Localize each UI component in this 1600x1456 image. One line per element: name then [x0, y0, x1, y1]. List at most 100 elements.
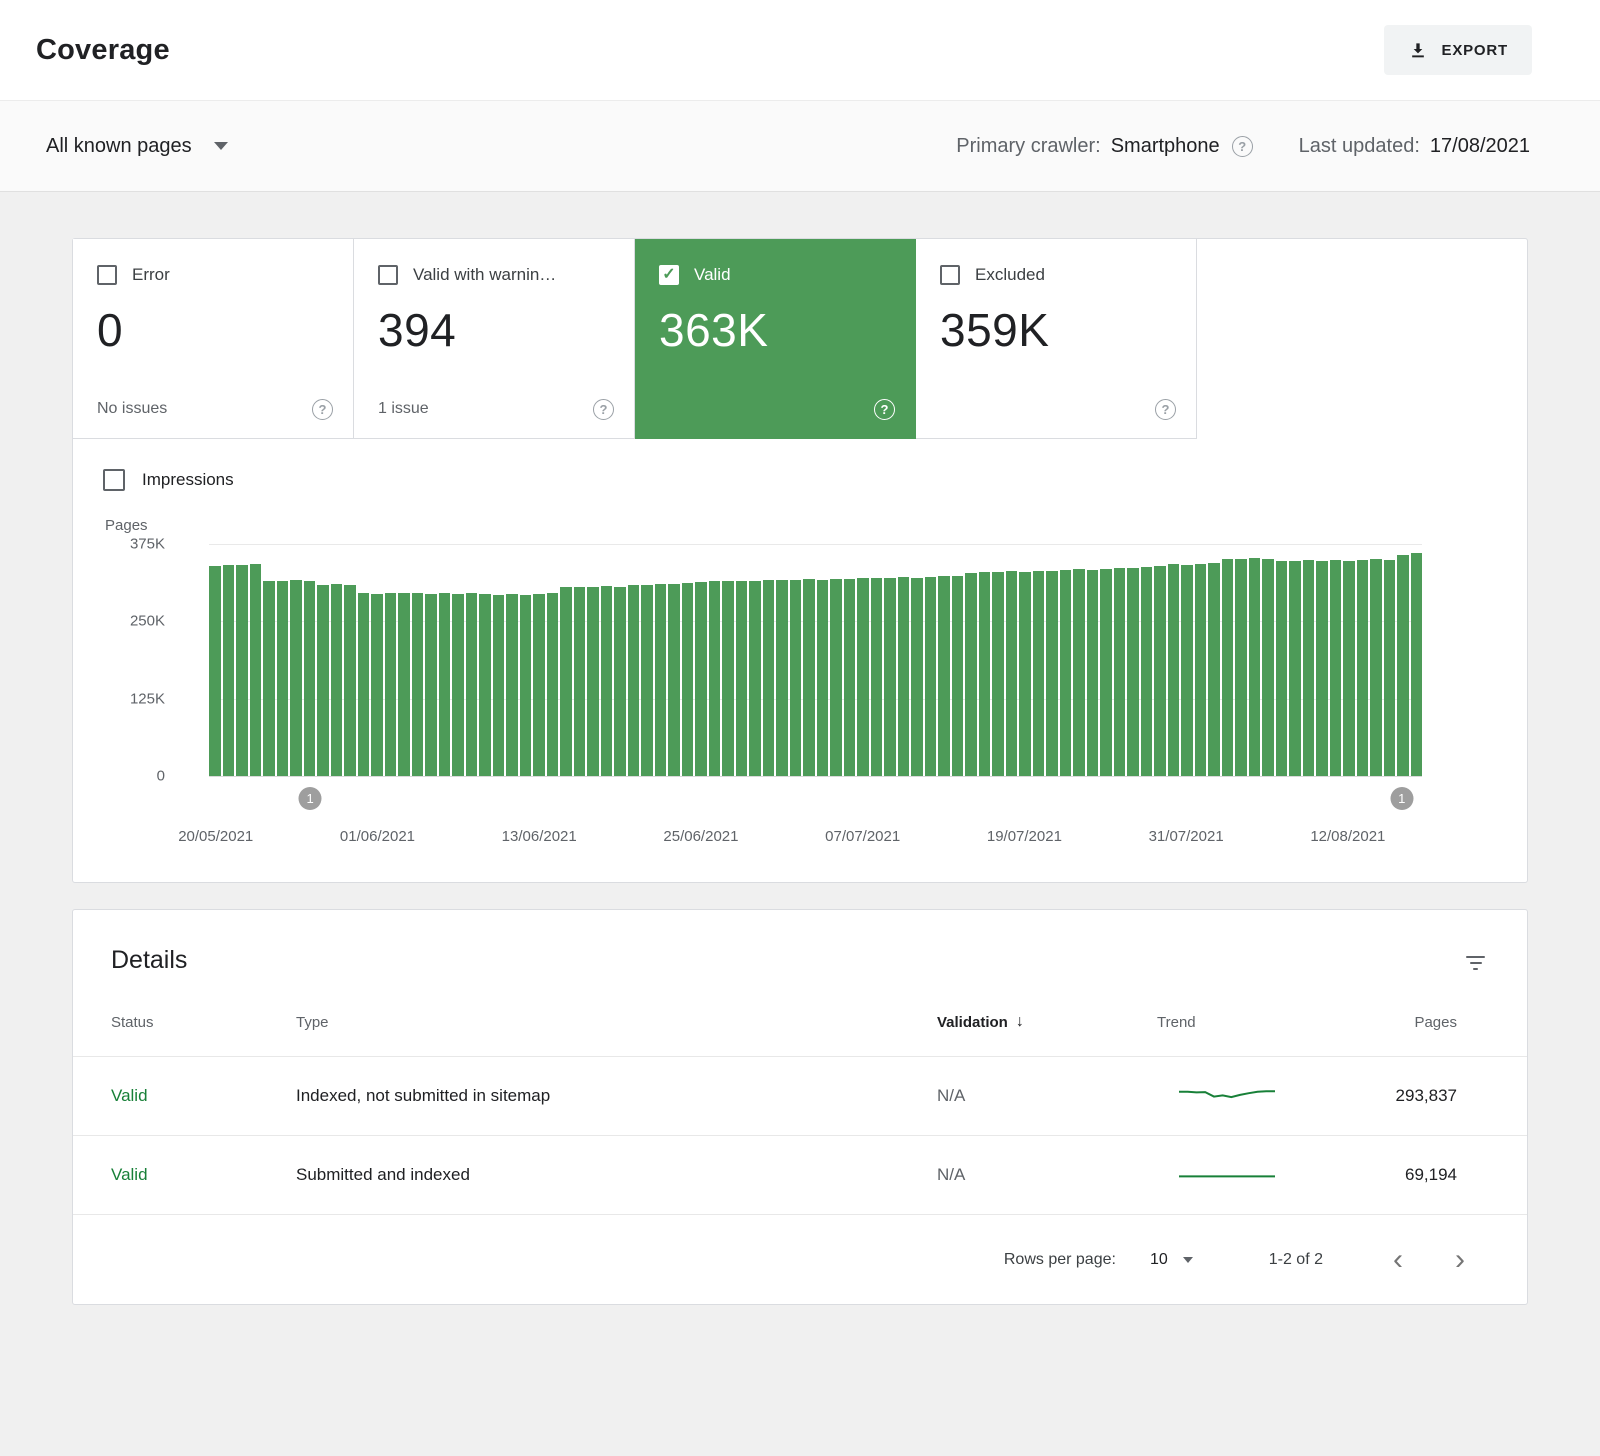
col-validation-sort[interactable]: Validation ↓	[937, 1013, 1157, 1031]
bar[interactable]	[223, 565, 235, 776]
bar[interactable]	[1208, 563, 1220, 776]
status-card-valid[interactable]: Valid 363K ?	[635, 239, 916, 439]
bar[interactable]	[628, 585, 640, 776]
bar[interactable]	[857, 578, 869, 776]
error-checkbox[interactable]	[97, 265, 117, 285]
bar[interactable]	[1235, 559, 1247, 776]
bar[interactable]	[655, 584, 667, 776]
status-card-excluded[interactable]: Excluded 359K ?	[916, 239, 1197, 439]
table-row[interactable]: Valid Submitted and indexed N/A 69,194	[73, 1135, 1527, 1214]
bar[interactable]	[1276, 561, 1288, 776]
bar[interactable]	[344, 585, 356, 776]
table-filter-button[interactable]	[1460, 946, 1491, 980]
bar[interactable]	[776, 580, 788, 776]
bar[interactable]	[1195, 564, 1207, 776]
bar[interactable]	[817, 580, 829, 776]
bar[interactable]	[1114, 568, 1126, 776]
bar[interactable]	[1006, 571, 1018, 776]
bar[interactable]	[1046, 571, 1058, 776]
bar[interactable]	[587, 587, 599, 776]
bar[interactable]	[209, 566, 221, 776]
bar[interactable]	[533, 594, 545, 776]
bar[interactable]	[304, 581, 316, 776]
bar[interactable]	[736, 581, 748, 776]
bar[interactable]	[925, 577, 937, 776]
bar[interactable]	[425, 594, 437, 777]
bar[interactable]	[1168, 564, 1180, 776]
status-card-error[interactable]: Error 0 No issues ?	[73, 239, 354, 439]
bar[interactable]	[1154, 566, 1166, 776]
valid-checkbox[interactable]	[659, 265, 679, 285]
bar[interactable]	[574, 587, 586, 776]
bar[interactable]	[277, 581, 289, 776]
bar[interactable]	[1100, 569, 1112, 776]
bar[interactable]	[695, 582, 707, 776]
help-icon[interactable]: ?	[312, 399, 333, 420]
bar[interactable]	[1249, 558, 1261, 776]
bar[interactable]	[1303, 560, 1315, 776]
bar[interactable]	[263, 581, 275, 776]
rows-per-page-select[interactable]: 10	[1150, 1251, 1193, 1269]
bar[interactable]	[1181, 565, 1193, 776]
impressions-checkbox[interactable]	[103, 469, 125, 491]
bar[interactable]	[763, 580, 775, 776]
bar[interactable]	[439, 593, 451, 776]
bar[interactable]	[911, 578, 923, 776]
bar[interactable]	[803, 579, 815, 776]
bar[interactable]	[965, 573, 977, 776]
bar[interactable]	[1141, 567, 1153, 776]
bar[interactable]	[1222, 559, 1234, 776]
valid-with-warnings-checkbox[interactable]	[378, 265, 398, 285]
bar[interactable]	[520, 595, 532, 776]
table-row[interactable]: Valid Indexed, not submitted in sitemap …	[73, 1056, 1527, 1135]
bar[interactable]	[641, 585, 653, 776]
bar[interactable]	[290, 580, 302, 776]
bar[interactable]	[1087, 570, 1099, 776]
excluded-checkbox[interactable]	[940, 265, 960, 285]
bar[interactable]	[979, 572, 991, 776]
bar[interactable]	[601, 586, 613, 776]
bar[interactable]	[466, 593, 478, 776]
bar[interactable]	[1316, 561, 1328, 776]
bar[interactable]	[844, 579, 856, 776]
bar[interactable]	[1060, 570, 1072, 776]
bar[interactable]	[1384, 560, 1396, 776]
export-button[interactable]: EXPORT	[1384, 25, 1532, 75]
next-page-button[interactable]: ›	[1451, 1245, 1469, 1275]
bar[interactable]	[884, 578, 896, 776]
bar[interactable]	[1033, 571, 1045, 776]
previous-page-button[interactable]: ‹	[1389, 1245, 1407, 1275]
bar[interactable]	[830, 579, 842, 776]
bar[interactable]	[493, 595, 505, 776]
bar[interactable]	[317, 585, 329, 776]
bar[interactable]	[547, 593, 559, 776]
bar[interactable]	[385, 593, 397, 776]
bar[interactable]	[250, 564, 262, 776]
bar[interactable]	[1370, 559, 1382, 776]
bar[interactable]	[938, 576, 950, 776]
bar[interactable]	[358, 593, 370, 776]
bar[interactable]	[1397, 555, 1409, 776]
bar[interactable]	[1262, 559, 1274, 776]
annotation-marker[interactable]: 1	[299, 787, 322, 810]
bar[interactable]	[1127, 568, 1139, 776]
bar[interactable]	[560, 587, 572, 776]
bar[interactable]	[1289, 561, 1301, 776]
bar[interactable]	[1019, 572, 1031, 776]
bar[interactable]	[1073, 569, 1085, 776]
bar[interactable]	[412, 593, 424, 776]
bar[interactable]	[1357, 560, 1369, 776]
page-scope-dropdown[interactable]: All known pages	[46, 135, 228, 158]
bar[interactable]	[952, 576, 964, 776]
bar[interactable]	[682, 583, 694, 776]
bar[interactable]	[506, 594, 518, 777]
bar[interactable]	[709, 581, 721, 776]
bar[interactable]	[1343, 561, 1355, 776]
bar[interactable]	[452, 594, 464, 777]
help-icon[interactable]: ?	[593, 399, 614, 420]
bar[interactable]	[331, 584, 343, 776]
help-icon[interactable]: ?	[1155, 399, 1176, 420]
bar[interactable]	[614, 587, 626, 776]
bar[interactable]	[992, 572, 1004, 776]
bar[interactable]	[236, 565, 248, 776]
